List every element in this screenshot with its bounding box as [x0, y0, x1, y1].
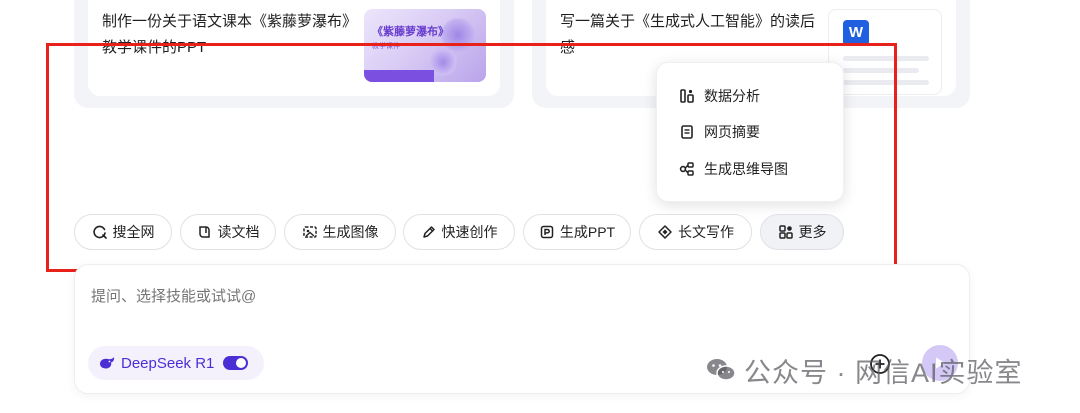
chip-quick-create[interactable]: 快速创作: [403, 214, 515, 250]
suggestion-text: 制作一份关于语文课本《紫藤萝瀑布》教学课件的PPT: [102, 13, 358, 56]
chip-label: 更多: [798, 224, 827, 240]
mind-map-icon: [679, 162, 694, 176]
chip-ppt-gen[interactable]: 生成PPT: [523, 214, 631, 250]
more-menu-popup: 数据分析 网页摘要 生成思维导图: [656, 62, 844, 202]
read-doc-icon: [198, 226, 210, 238]
more-grid-icon: [778, 225, 793, 239]
ppt-gen-icon: [540, 225, 554, 239]
web-search-icon: [92, 225, 107, 239]
send-button[interactable]: [922, 345, 958, 381]
menu-item-web-summary[interactable]: 网页摘要: [679, 120, 760, 144]
menu-item-label: 数据分析: [704, 88, 760, 104]
suggestion-text: 写一篇关于《生成式人工智能》的读后感: [560, 13, 816, 56]
chip-label: 长文写作: [678, 224, 734, 240]
chip-image-gen[interactable]: 生成图像: [284, 214, 396, 250]
word-icon: W: [843, 20, 869, 46]
chip-label: 快速创作: [441, 224, 498, 240]
chip-label: 生成图像: [322, 224, 379, 240]
thumbnail-title: 《紫藤萝瀑布》: [372, 26, 449, 38]
menu-item-label: 生成思维导图: [704, 161, 788, 177]
add-attachment-button[interactable]: [868, 352, 892, 376]
model-label: DeepSeek R1: [121, 354, 215, 372]
doc-line: [843, 80, 929, 85]
doc-line: [843, 68, 919, 73]
doc-line: [843, 56, 929, 61]
chip-read-doc[interactable]: 读文档: [180, 214, 276, 250]
prompt-input[interactable]: [91, 284, 691, 308]
plus-circle-icon: [870, 354, 890, 374]
deepseek-icon: [100, 357, 115, 369]
menu-item-label: 网页摘要: [704, 124, 760, 140]
model-toggle-chip[interactable]: DeepSeek R1: [88, 346, 264, 380]
chip-long-writing[interactable]: 长文写作: [639, 214, 752, 250]
data-analysis-icon: [680, 89, 694, 103]
ppt-thumbnail: 《紫藤萝瀑布》 教学课件: [364, 9, 486, 82]
menu-item-data-analysis[interactable]: 数据分析: [679, 84, 760, 108]
thumbnail-bar: [364, 70, 434, 82]
chip-label: 搜全网: [112, 224, 155, 240]
chip-web-search[interactable]: 搜全网: [74, 214, 172, 250]
chip-label: 读文档: [217, 224, 260, 240]
menu-item-mind-map[interactable]: 生成思维导图: [679, 157, 788, 181]
long-writing-icon: [658, 225, 672, 239]
web-summary-icon: [681, 125, 693, 139]
image-gen-icon: [302, 226, 317, 238]
chip-label: 生成PPT: [559, 224, 616, 240]
quick-create-icon: [422, 226, 435, 238]
doc-thumbnail: W: [828, 9, 942, 95]
model-toggle-switch[interactable]: [223, 356, 249, 370]
send-icon: [936, 357, 945, 369]
chip-more[interactable]: 更多: [760, 214, 844, 250]
thumbnail-subtitle: 教学课件: [372, 43, 400, 50]
